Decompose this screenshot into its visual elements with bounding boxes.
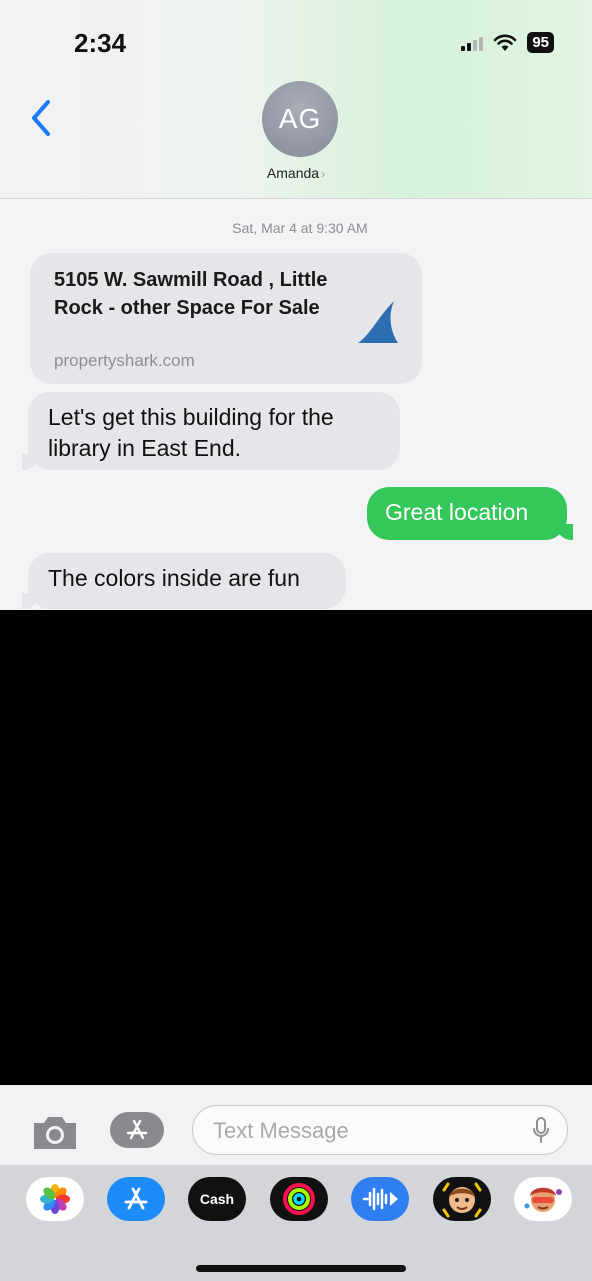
redacted-region <box>0 610 592 1085</box>
battery-level: 95 <box>527 32 554 53</box>
message-timestamp: Sat, Mar 4 at 9:30 AM <box>232 220 368 236</box>
camera-icon[interactable] <box>30 1111 80 1153</box>
chevron-right-icon: › <box>321 167 326 181</box>
message-input-field[interactable] <box>192 1105 568 1155</box>
contact-name: Amanda <box>266 165 320 181</box>
photos-app-icon[interactable] <box>26 1177 84 1221</box>
cellular-signal-icon <box>461 35 484 51</box>
incoming-message-bubble[interactable]: The colors inside are fun <box>22 553 346 609</box>
avatar-initials: AG <box>278 103 322 134</box>
conversation-header: 2:34 95 AG Amanda › <box>0 0 592 199</box>
incoming-message-bubble[interactable]: Let's get this building for the library … <box>22 392 400 470</box>
cash-label: Cash <box>199 1191 235 1207</box>
home-indicator[interactable] <box>196 1265 406 1272</box>
audio-message-icon[interactable] <box>351 1177 409 1221</box>
apps-button[interactable] <box>110 1112 164 1148</box>
message-text: The colors inside are fun <box>48 565 300 591</box>
contact-name-button[interactable]: Amanda › <box>0 165 592 181</box>
message-composer <box>0 1085 592 1165</box>
fitness-activity-icon[interactable] <box>270 1177 328 1221</box>
status-icons: 95 <box>461 32 554 53</box>
link-preview-card[interactable]: 5105 W. Sawmill Road , Little Rock - oth… <box>30 253 422 384</box>
message-text: Let's get this building for the library … <box>48 404 334 461</box>
link-preview-title: 5105 W. Sawmill Road , Little Rock - oth… <box>54 269 328 319</box>
microphone-icon[interactable] <box>531 1116 551 1146</box>
cash-app-icon[interactable]: Cash <box>188 1177 246 1221</box>
message-text: Great location <box>385 499 529 525</box>
photos-flower-icon <box>40 1184 70 1214</box>
message-input[interactable] <box>211 1116 515 1146</box>
shark-fin-icon <box>358 301 398 343</box>
imessage-app-drawer: Cash <box>0 1165 592 1281</box>
back-chevron-icon[interactable] <box>26 96 56 140</box>
app-store-icon[interactable] <box>107 1177 165 1221</box>
app-store-icon <box>126 1119 148 1140</box>
wifi-icon <box>494 34 517 51</box>
status-time: 2:34 <box>74 28 127 58</box>
outgoing-message-bubble[interactable]: Great location <box>367 487 573 540</box>
memoji-icon[interactable] <box>433 1177 491 1221</box>
memoji-stickers-icon[interactable] <box>514 1177 572 1221</box>
link-preview-domain: propertyshark.com <box>54 351 195 370</box>
contact-avatar[interactable]: AG <box>262 81 338 157</box>
